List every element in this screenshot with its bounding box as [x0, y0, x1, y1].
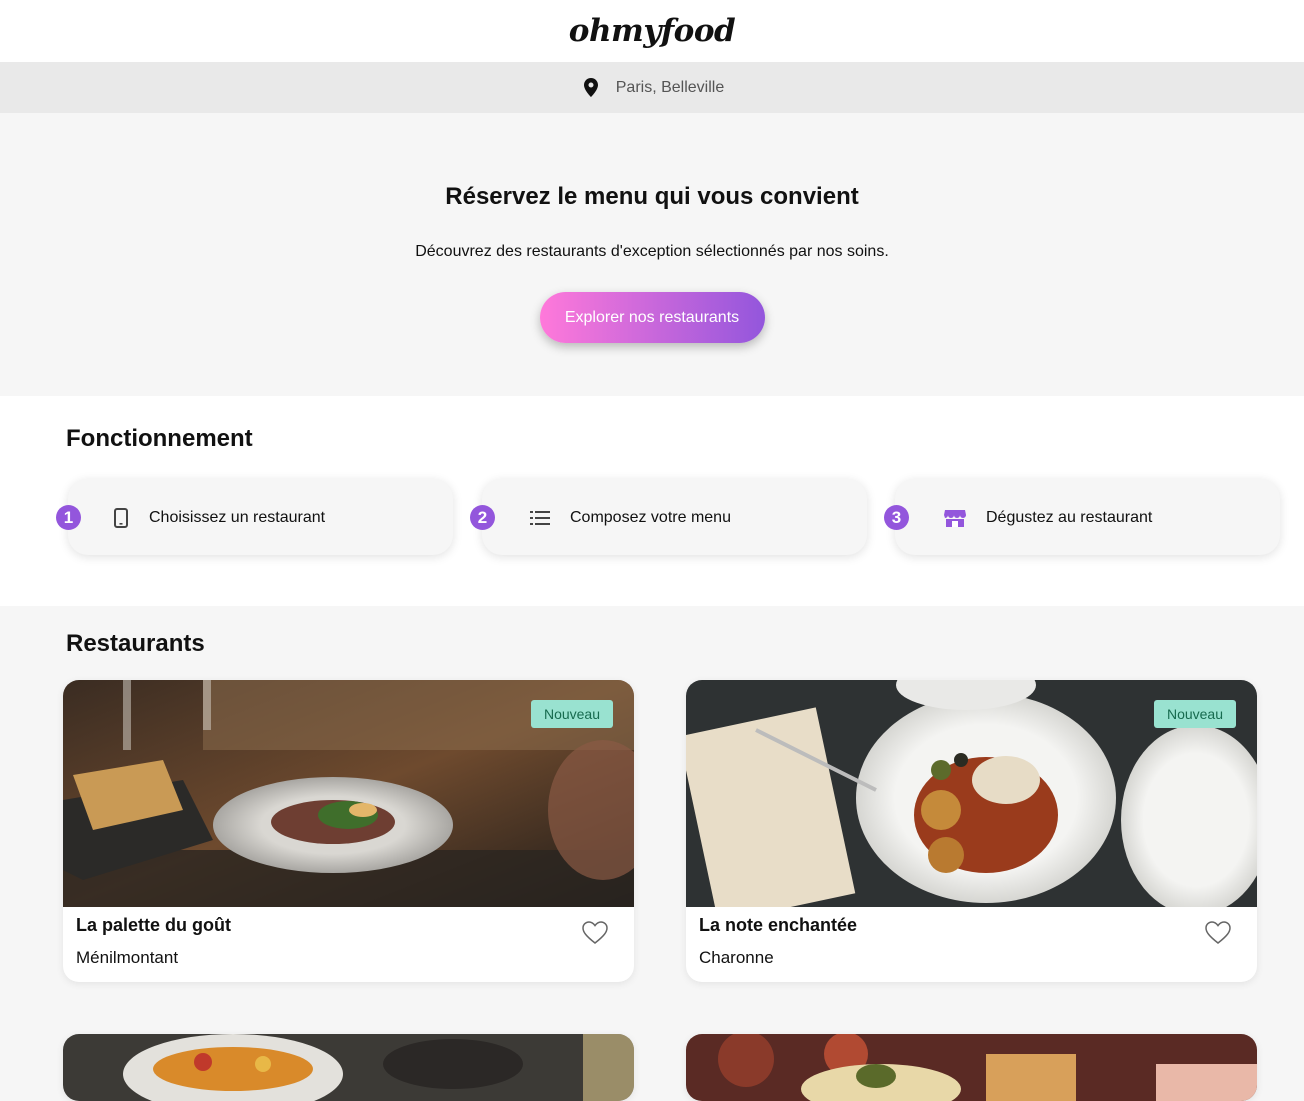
restaurant-area: Ménilmontant: [76, 948, 179, 967]
store-icon: [943, 506, 967, 530]
location-bar: Paris, Belleville: [0, 62, 1304, 113]
heart-icon[interactable]: [582, 921, 608, 945]
restaurants-title: Restaurants: [66, 630, 205, 657]
step-number-2: 2: [470, 505, 495, 530]
how-it-works-section: Fonctionnement 1 Choisissez un restauran…: [0, 396, 1304, 606]
step-label-1: Choisissez un restaurant: [149, 509, 326, 526]
step-label-3: Dégustez au restaurant: [986, 509, 1153, 526]
hero-title: Réservez le menu qui vous convient: [445, 183, 859, 210]
restaurant-image: Nouveau: [686, 680, 1257, 923]
step-number-1: 1: [56, 505, 81, 530]
step-label-2: Composez votre menu: [570, 509, 731, 526]
restaurant-card-3[interactable]: [63, 1034, 634, 1101]
site-header: ohmyfood: [0, 0, 1304, 62]
restaurant-name: La note enchantée: [699, 915, 858, 935]
restaurant-area: Charonne: [699, 948, 774, 967]
restaurant-card-2[interactable]: Nouveau La note enchantée Charonne: [686, 680, 1257, 982]
map-pin-icon: [580, 77, 602, 99]
hero-section: Réservez le menu qui vous convient Décou…: [0, 113, 1304, 396]
new-badge: Nouveau: [1153, 700, 1236, 728]
restaurant-image: [63, 1034, 634, 1101]
heart-icon[interactable]: [1205, 921, 1231, 945]
how-it-works-title: Fonctionnement: [66, 425, 253, 452]
explore-restaurants-button[interactable]: Explorer nos restaurants: [539, 292, 765, 343]
phone-icon: [109, 506, 133, 530]
new-badge: Nouveau: [530, 700, 613, 728]
hero-subtitle: Découvrez des restaurants d'exception sé…: [415, 243, 889, 260]
restaurant-card-1[interactable]: Nouveau La palette du goût Ménilmontant: [63, 680, 634, 982]
restaurant-image: [686, 1034, 1257, 1101]
step-number-3: 3: [884, 505, 909, 530]
restaurant-name: La palette du goût: [76, 915, 231, 935]
restaurant-card-4[interactable]: [686, 1034, 1257, 1101]
restaurant-image: Nouveau: [63, 680, 634, 907]
location-text: Paris, Belleville: [615, 78, 725, 96]
list-icon: [528, 506, 552, 530]
restaurants-section: Restaurants Nouveau La palette du goût M…: [0, 606, 1304, 1101]
site-logo[interactable]: ohmyfood: [569, 13, 736, 49]
